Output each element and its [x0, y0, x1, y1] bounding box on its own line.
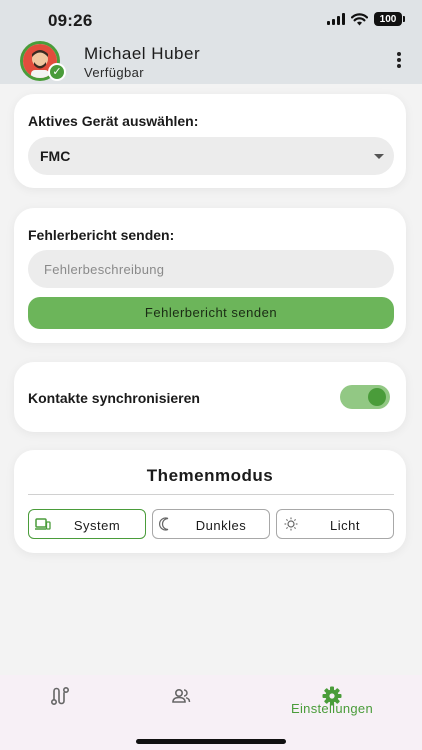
contacts-icon	[172, 689, 191, 703]
theme-light-label: Licht	[330, 518, 360, 533]
theme-system-button[interactable]: System	[28, 509, 146, 539]
user-name: Michael Huber	[84, 44, 201, 63]
device-select[interactable]: FMC	[28, 137, 394, 175]
theme-dark-button[interactable]: Dunkles	[152, 509, 270, 539]
more-vert-icon[interactable]	[396, 52, 402, 68]
toggle-knob	[368, 388, 386, 406]
signal-icon	[327, 13, 345, 25]
send-report-button[interactable]: Fehlerbericht senden	[28, 297, 394, 329]
device-select-value: FMC	[40, 148, 71, 164]
route-icon	[50, 686, 70, 706]
battery-icon: 100	[374, 12, 405, 26]
battery-level: 100	[379, 13, 397, 25]
sync-card: Kontakte synchronisieren	[14, 362, 406, 432]
theme-title: Themenmodus	[146, 466, 274, 485]
dropdown-arrow-icon	[374, 154, 384, 159]
error-description-input[interactable]	[28, 250, 394, 288]
status-icons: 100	[327, 12, 405, 26]
available-check-icon: ✓	[48, 63, 66, 81]
nav-item-settings[interactable]: Einstellungen	[262, 675, 402, 735]
sync-label: Kontakte synchronisieren	[28, 390, 200, 406]
report-card: Fehlerbericht senden: Fehlerbericht send…	[14, 208, 406, 343]
theme-card: Themenmodus System Dunkles Licht	[14, 450, 406, 553]
theme-system-label: System	[73, 518, 121, 533]
home-indicator	[136, 739, 286, 744]
device-card: Aktives Gerät auswählen: FMC	[14, 94, 406, 188]
theme-light-button[interactable]: Licht	[276, 509, 394, 539]
sync-contacts-toggle[interactable]	[340, 385, 390, 409]
device-card-title: Aktives Gerät auswählen:	[28, 113, 199, 129]
status-time: 09:26	[48, 11, 93, 30]
avatar[interactable]: ✓	[20, 41, 70, 81]
nav-item-contacts[interactable]	[111, 675, 251, 735]
report-card-title: Fehlerbericht senden:	[28, 227, 175, 243]
divider	[28, 494, 394, 495]
wifi-icon	[351, 12, 368, 25]
theme-dark-label: Dunkles	[195, 518, 247, 533]
nav-label-settings: Einstellungen	[291, 701, 373, 716]
user-status: Verfügbar	[84, 65, 144, 80]
